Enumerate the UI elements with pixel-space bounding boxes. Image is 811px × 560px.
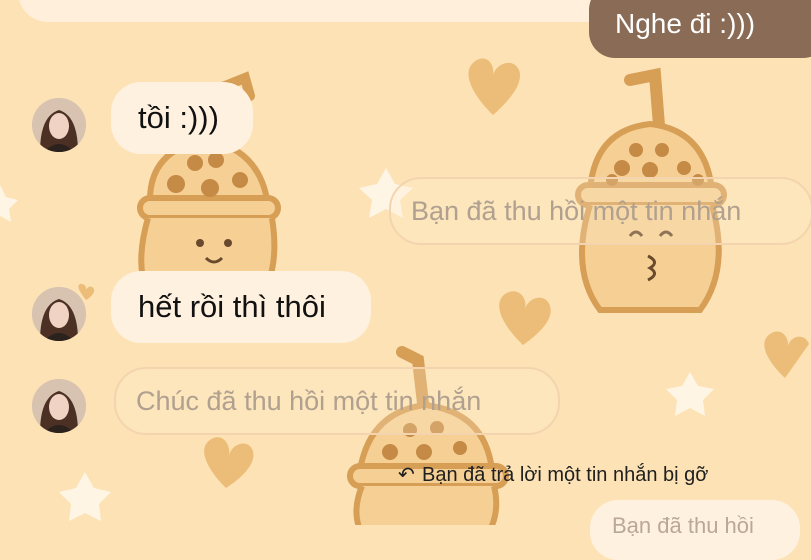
star-decoration — [0, 185, 18, 222]
recalled-message-bubble[interactable]: Chúc đã thu hồi một tin nhắn — [114, 367, 560, 435]
contact-avatar[interactable] — [32, 287, 86, 341]
recalled-message-bubble[interactable]: Bạn đã thu hồi một tin nhắn — [389, 177, 811, 245]
star-decoration — [666, 372, 714, 416]
chat-wallpaper — [0, 58, 809, 525]
partial-message-bubble[interactable]: Bạn đã thu hồi — [590, 500, 800, 560]
received-message-bubble[interactable]: hết rồi thì thôi — [111, 271, 371, 343]
heart-decoration — [204, 437, 254, 488]
reply-indicator: ↶ Bạn đã trả lời một tin nhắn bị gỡ — [398, 462, 708, 487]
recalled-message-text: Bạn đã thu hồi một tin nhắn — [411, 196, 742, 226]
heart-decoration — [468, 58, 521, 115]
heart-decoration — [499, 291, 551, 345]
recalled-message-text: Chúc đã thu hồi một tin nhắn — [136, 386, 482, 416]
message-text: tồi :))) — [138, 100, 219, 135]
partial-message-text: Bạn đã thu hồi — [612, 513, 754, 538]
reply-arrow-icon: ↶ — [398, 464, 415, 486]
star-decoration — [59, 472, 111, 521]
message-text: hết rồi thì thôi — [138, 289, 326, 324]
contact-avatar[interactable] — [32, 379, 86, 433]
heart-decoration — [764, 331, 809, 378]
sent-message-text: Nghe đi :))) — [615, 8, 756, 39]
received-message-bubble[interactable]: tồi :))) — [111, 82, 253, 154]
contact-avatar[interactable] — [32, 98, 86, 152]
reply-indicator-text: Bạn đã trả lời một tin nhắn bị gỡ — [422, 464, 709, 486]
